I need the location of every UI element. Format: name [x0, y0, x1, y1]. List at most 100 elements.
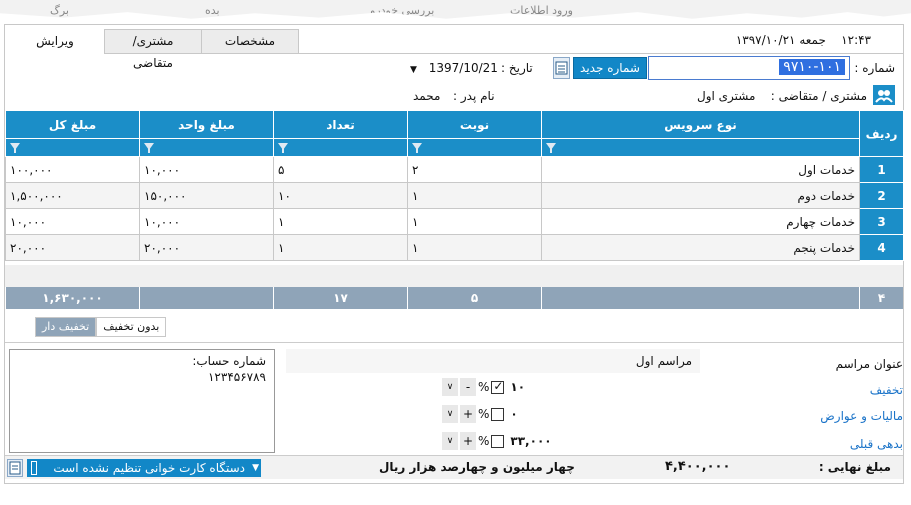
total-amount: ۱,۶۳۰,۰۰۰	[5, 287, 139, 309]
final-amount-words: چهار میلیون و چهارصد هزار ریال	[379, 460, 575, 474]
col-service[interactable]: نوع سرویس	[541, 110, 860, 139]
cell-unit[interactable]: ۱۰,۰۰۰	[139, 208, 274, 235]
cell-service[interactable]: خدمات اول	[541, 156, 860, 183]
cell-total[interactable]: ۱,۵۰۰,۰۰۰	[5, 182, 140, 209]
tax-value[interactable]: ۰	[510, 407, 517, 421]
filter-icon[interactable]	[412, 143, 422, 153]
account-label: شماره حساب:	[192, 354, 266, 368]
chevron-down-icon[interactable]: ▼	[252, 459, 259, 477]
number-field[interactable]: ۹۷۱۰-۱۰۱	[648, 56, 850, 80]
cell-total[interactable]: ۱۰۰,۰۰۰	[5, 156, 140, 183]
discount-value[interactable]: ۱۰	[510, 380, 525, 394]
cell-unit[interactable]: ۱۵۰,۰۰۰	[139, 182, 274, 209]
clock-date: ۱۳۹۷/۱۰/۲۱	[735, 33, 796, 47]
customer-label: مشتری / متقاضی :	[770, 89, 867, 103]
col-row[interactable]: ردیف	[859, 110, 904, 157]
col-total[interactable]: مبلغ کل	[5, 110, 140, 139]
total-turn: ۵	[407, 287, 541, 309]
final-amount-value: ۴,۴۰۰,۰۰۰	[665, 459, 731, 474]
discount-link[interactable]: تخفیف	[870, 383, 903, 397]
table-row[interactable]: ۲۰,۰۰۰ ۲۰,۰۰۰ ۱ ۱ خدمات پنجم 4	[5, 234, 904, 261]
cell-row-index: 2	[859, 182, 904, 209]
calculator-icon[interactable]	[553, 57, 570, 79]
grid-empty-area	[5, 265, 903, 287]
chevron-down-icon[interactable]: ∨	[442, 378, 458, 396]
ceremony-labels-panel: عنوان مراسم تخفیف مالیات و عوارض بدهی قب…	[705, 349, 903, 453]
table-row[interactable]: ۱,۵۰۰,۰۰۰ ۱۵۰,۰۰۰ ۱۰ ۱ خدمات دوم 2	[5, 182, 904, 209]
total-unit-empty	[139, 287, 273, 309]
col-unit-price[interactable]: مبلغ واحد	[139, 110, 274, 139]
cell-qty[interactable]: ۱	[273, 208, 408, 235]
cell-qty[interactable]: ۱۰	[273, 182, 408, 209]
father-value: محمد	[413, 89, 441, 103]
filter-icon[interactable]	[278, 143, 288, 153]
cell-service[interactable]: خدمات چهارم	[541, 208, 860, 235]
previous-debt-link[interactable]: بدهی قبلی	[850, 437, 903, 451]
bg-menu-item: بده	[205, 4, 220, 17]
tab-details[interactable]: مشخصات	[201, 29, 299, 53]
tab-customer[interactable]: مشتری/متقاضی	[104, 29, 202, 70]
table-row[interactable]: ۱۰,۰۰۰ ۱۰,۰۰۰ ۱ ۱ خدمات چهارم 3	[5, 208, 904, 235]
cell-service[interactable]: خدمات دوم	[541, 182, 860, 209]
plus-button[interactable]: +	[460, 405, 476, 423]
tab-edit[interactable]: ویرایش	[5, 29, 105, 54]
card-reader-status[interactable]: دستگاه کارت خوانی تنظیم نشده است ▼	[27, 459, 261, 477]
cell-total[interactable]: ۲۰,۰۰۰	[5, 234, 140, 261]
chevron-down-icon[interactable]: ∨	[442, 432, 458, 450]
services-grid: مبلغ کل مبلغ واحد تعداد نوبت نوع سرویس ر…	[5, 110, 904, 261]
tab-bar: ویرایش مشتری/متقاضی مشخصات	[5, 29, 299, 70]
cell-qty[interactable]: ۵	[273, 156, 408, 183]
cell-qty[interactable]: ۱	[273, 234, 408, 261]
cell-turn[interactable]: ۲	[407, 156, 542, 183]
section-divider	[5, 342, 903, 343]
cell-total[interactable]: ۱۰,۰۰۰	[5, 208, 140, 235]
debt-controls: ∨ + % ۳۳,۰۰۰	[442, 431, 552, 451]
calculator-icon[interactable]	[7, 459, 23, 477]
customer-search-icon[interactable]	[873, 85, 895, 105]
number-value: ۹۷۱۰-۱۰۱	[779, 59, 845, 75]
ceremony-title-field[interactable]: مراسم اول	[286, 349, 700, 373]
father-label: نام پدر :	[453, 89, 495, 103]
tab-divider	[105, 53, 903, 54]
filter-icon[interactable]	[10, 143, 20, 153]
tab-with-discount[interactable]: تخفیف دار	[35, 317, 97, 337]
clock-time: ۱۲:۴۳	[841, 33, 871, 47]
account-box[interactable]: شماره حساب: ۱۲۳۴۵۶۷۸۹	[9, 349, 275, 453]
number-label: شماره :	[854, 61, 895, 75]
customer-value: مشتری اول	[697, 89, 756, 103]
filter-icon[interactable]	[546, 143, 556, 153]
total-count: ۴	[859, 287, 903, 309]
bg-menu-item: برگ	[50, 4, 69, 17]
card-reader-text: دستگاه کارت خوانی تنظیم نشده است	[53, 461, 245, 475]
filter-icon[interactable]	[144, 143, 154, 153]
chevron-down-icon[interactable]: ▼	[410, 65, 417, 75]
minus-button[interactable]: -	[460, 378, 476, 396]
debt-value[interactable]: ۳۳,۰۰۰	[510, 434, 551, 448]
tab-without-discount[interactable]: بدون تخفیف	[96, 317, 167, 337]
total-service-empty	[541, 287, 859, 309]
tax-percent-checkbox[interactable]	[491, 407, 505, 421]
new-number-button[interactable]: شماره جدید	[573, 57, 647, 79]
cell-row-index: 3	[859, 208, 904, 235]
percent-sign: %	[478, 434, 490, 448]
plus-button[interactable]: +	[460, 432, 476, 450]
cell-turn[interactable]: ۱	[407, 208, 542, 235]
discount-percent-checkbox[interactable]	[491, 379, 505, 394]
cell-turn[interactable]: ۱	[407, 182, 542, 209]
date-picker[interactable]: ▼ 1397/10/21	[410, 58, 510, 78]
col-turn[interactable]: نوبت	[407, 110, 542, 139]
tax-controls: ∨ + % ۰	[442, 404, 518, 424]
tax-link[interactable]: مالیات و عوارض	[820, 409, 903, 423]
clock-day: جمعه	[799, 33, 826, 47]
cell-service[interactable]: خدمات پنجم	[541, 234, 860, 261]
table-row[interactable]: ۱۰۰,۰۰۰ ۱۰,۰۰۰ ۵ ۲ خدمات اول 1	[5, 156, 904, 183]
cell-unit[interactable]: ۲۰,۰۰۰	[139, 234, 274, 261]
debt-percent-checkbox[interactable]	[491, 434, 505, 448]
account-value: ۱۲۳۴۵۶۷۸۹	[207, 370, 266, 384]
col-qty[interactable]: تعداد	[273, 110, 408, 139]
cell-turn[interactable]: ۱	[407, 234, 542, 261]
ceremony-title-value: مراسم اول	[635, 354, 692, 368]
cell-unit[interactable]: ۱۰,۰۰۰	[139, 156, 274, 183]
percent-sign: %	[478, 380, 490, 394]
chevron-down-icon[interactable]: ∨	[442, 405, 458, 423]
